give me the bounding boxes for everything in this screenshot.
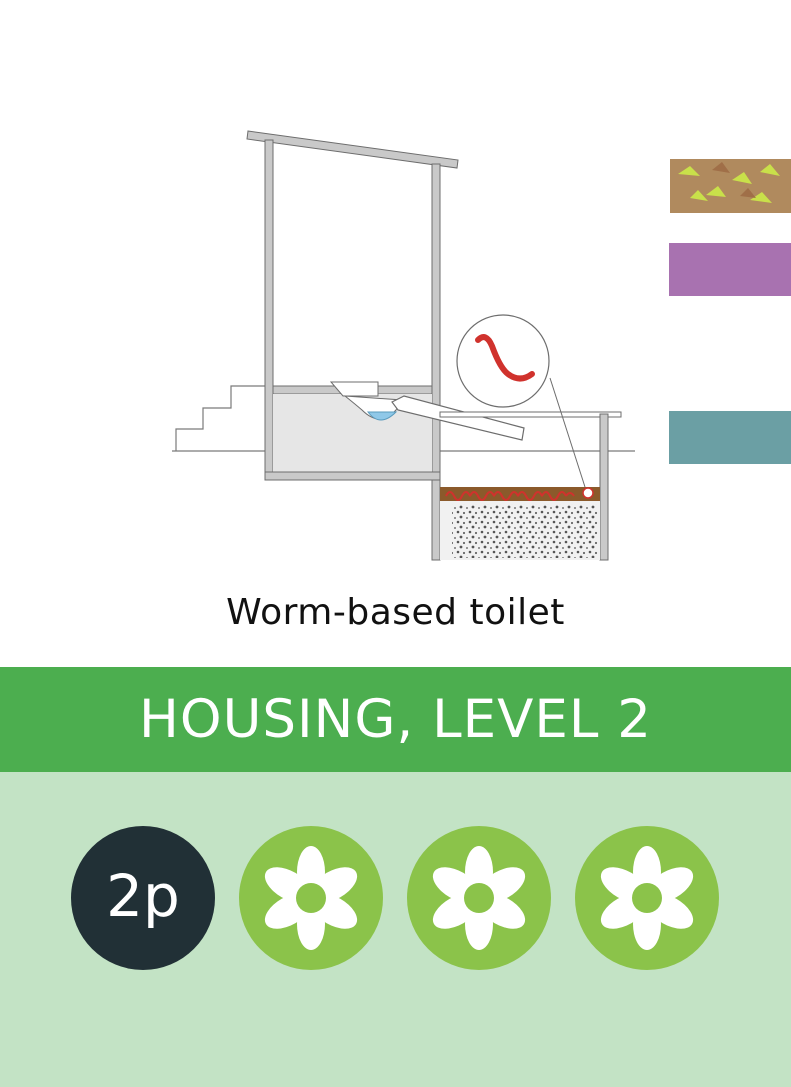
flower-icon — [264, 846, 358, 950]
teal-swatch — [669, 411, 791, 464]
chamber-bottom — [264, 471, 441, 481]
purple-swatch — [669, 243, 791, 296]
flower-token-3 — [575, 826, 719, 970]
worm-toilet-illustration — [172, 130, 791, 561]
category-banner: HOUSING, LEVEL 2 — [0, 667, 791, 772]
left-wall — [264, 139, 274, 481]
magnifier-circle — [456, 314, 550, 408]
pit-lid — [439, 411, 622, 418]
roof — [246, 130, 459, 169]
flower-token-2 — [407, 826, 551, 970]
card: Worm-based toilet HOUSING, LEVEL 2 2p — [0, 0, 791, 1087]
flower-icon — [600, 846, 694, 950]
banner-title: HOUSING, LEVEL 2 — [139, 689, 652, 750]
stairs-outline — [175, 385, 265, 451]
cost-token: 2p — [71, 826, 215, 970]
callout-line — [549, 377, 586, 488]
soil-swatch — [670, 159, 791, 213]
right-wall — [431, 163, 441, 561]
flower-token-1 — [239, 826, 383, 970]
pit-wall — [599, 413, 609, 561]
card-caption: Worm-based toilet — [226, 592, 565, 633]
flower-icon — [432, 846, 526, 950]
worm-focus-marker — [582, 487, 594, 499]
